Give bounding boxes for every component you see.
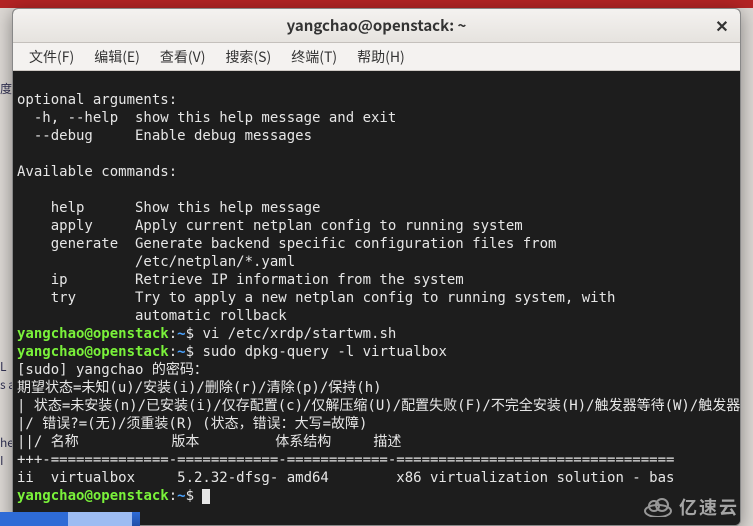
terminal-window: yangchao@openstack: ~ ✕ 文件(F) 编辑(E) 查看(V… (12, 8, 741, 526)
menu-search[interactable]: 搜索(S) (215, 45, 281, 69)
command-text: vi /etc/xrdp/startwm.sh (202, 326, 396, 342)
prompt-at: @ (84, 488, 92, 504)
menu-terminal[interactable]: 终端(T) (281, 45, 347, 69)
window-titlebar[interactable]: yangchao@openstack: ~ ✕ (13, 9, 740, 43)
prompt-host: openstack (93, 488, 169, 504)
out-line: |/ 错误?=(无)/须重装(R) (状态，错误：大写=故障) (17, 416, 367, 432)
menu-bar: 文件(F) 编辑(E) 查看(V) 搜索(S) 终端(T) 帮助(H) (13, 43, 740, 71)
menu-file[interactable]: 文件(F) (19, 45, 84, 69)
prompt-colon: : (169, 326, 177, 342)
close-button[interactable]: ✕ (712, 15, 732, 35)
out-line: 期望状态=未知(u)/安装(i)/删除(r)/清除(p)/保持(h) (17, 380, 382, 396)
out-line: --debug Enable debug messages (17, 128, 312, 144)
prompt-at: @ (84, 344, 92, 360)
watermark-text: 亿速云 (679, 494, 739, 520)
taskbar-item[interactable] (68, 512, 132, 526)
prompt-at: @ (84, 326, 92, 342)
prompt-line: yangchao@openstack:~$ vi /etc/xrdp/start… (17, 326, 396, 342)
menu-help[interactable]: 帮助(H) (347, 45, 415, 69)
out-line: apply Apply current netplan config to ru… (17, 218, 523, 234)
prompt-dollar: $ (186, 488, 203, 504)
command-text: sudo dpkg-query -l virtualbox (202, 344, 446, 360)
out-line: /etc/netplan/*.yaml (17, 254, 295, 270)
out-line: try Try to apply a new netplan config to… (17, 290, 615, 306)
out-line: [sudo] yangchao 的密码： (17, 362, 208, 378)
prompt-colon: : (169, 488, 177, 504)
prompt-user: yangchao (17, 326, 84, 342)
out-line: ||/ 名称 版本 体系结构 描述 (17, 434, 401, 450)
prompt-path: ~ (177, 344, 185, 360)
prompt-dollar: $ (186, 344, 203, 360)
out-line: ii virtualbox 5.2.32-dfsg- amd64 x86 vir… (17, 470, 674, 486)
prompt-user: yangchao (17, 488, 84, 504)
prompt-line: yangchao@openstack:~$ sudo dpkg-query -l… (17, 344, 447, 360)
prompt-path: ~ (177, 326, 185, 342)
prompt-path: ~ (177, 488, 185, 504)
out-line: Available commands: (17, 164, 177, 180)
out-line: automatic rollback (17, 308, 287, 324)
prompt-user: yangchao (17, 344, 84, 360)
out-line: -h, --help show this help message and ex… (17, 110, 396, 126)
menu-edit[interactable]: 编辑(E) (84, 45, 150, 69)
desktop-taskbar-fragment[interactable] (0, 512, 140, 526)
out-line: | 状态=未安装(n)/已安装(i)/仅存配置(c)/仅解压缩(U)/配置失败(… (17, 398, 740, 414)
out-line: ip Retrieve IP information from the syst… (17, 272, 464, 288)
prompt-host: openstack (93, 344, 169, 360)
watermark-cloud-icon (643, 497, 673, 517)
close-icon: ✕ (715, 13, 728, 37)
desktop-back-strip (0, 0, 753, 8)
terminal-output-area[interactable]: optional arguments: -h, --help show this… (13, 71, 740, 525)
terminal-cursor (202, 489, 210, 504)
out-line: +++-==============-============-========… (17, 452, 674, 468)
out-line: generate Generate backend specific confi… (17, 236, 556, 252)
prompt-line: yangchao@openstack:~$ (17, 488, 210, 504)
prompt-host: openstack (93, 326, 169, 342)
out-line: help Show this help message (17, 200, 320, 216)
prompt-colon: : (169, 344, 177, 360)
out-line: optional arguments: (17, 92, 177, 108)
menu-view[interactable]: 查看(V) (150, 45, 216, 69)
window-title: yangchao@openstack: ~ (287, 15, 467, 36)
watermark: 亿速云 (643, 494, 739, 520)
prompt-dollar: $ (186, 326, 203, 342)
taskbar-item[interactable] (0, 512, 68, 526)
